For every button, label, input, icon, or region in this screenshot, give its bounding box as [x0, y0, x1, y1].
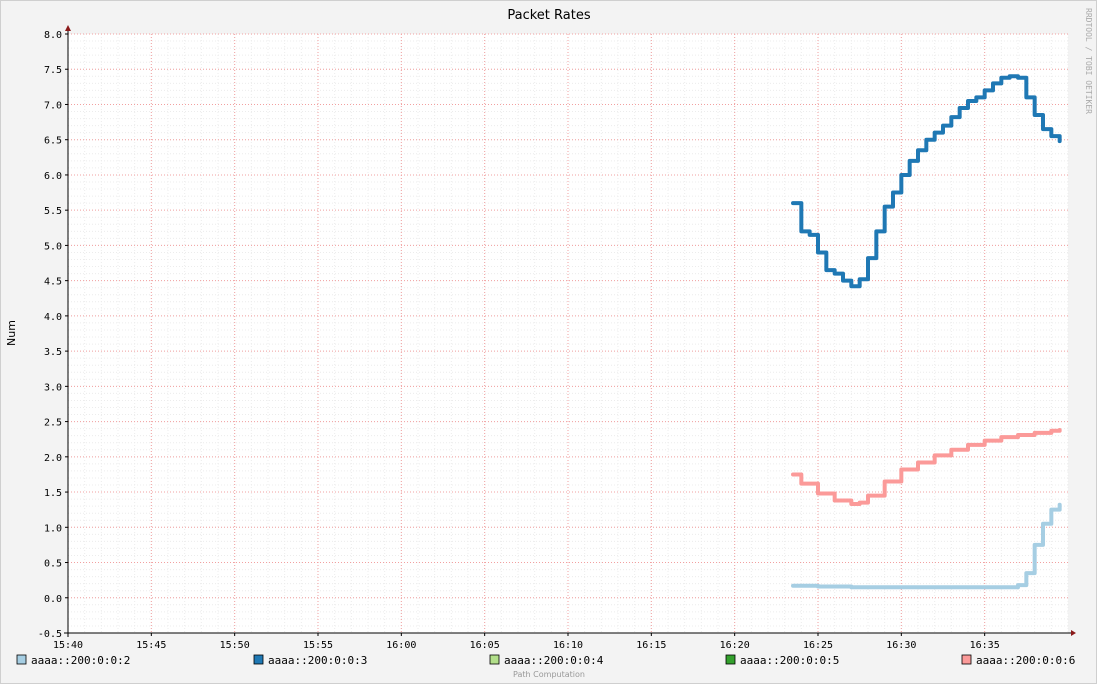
y-tick-label: 2.5 — [44, 418, 62, 429]
footer-caption: Path Computation — [513, 670, 585, 679]
legend-swatch-2 — [253, 654, 264, 665]
y-tick-label: 4.0 — [44, 312, 62, 323]
legend-swatch-5 — [961, 654, 972, 665]
y-tick-label: 4.5 — [44, 277, 62, 288]
y-axis-arrow — [65, 25, 71, 31]
legend-label-4: aaaa::200:0:0:5 — [740, 654, 839, 667]
y-tick-label: 7.5 — [44, 65, 62, 76]
x-tick-label: 16:00 — [386, 640, 416, 651]
y-tick-label: 1.0 — [44, 523, 62, 534]
y-tick-label: 7.0 — [44, 100, 62, 111]
x-tick-label: 15:50 — [220, 640, 250, 651]
x-tick-label: 16:30 — [886, 640, 916, 651]
legend: aaaa::200:0:0:2 aaaa::200:0:0:3 aaaa::200:… — [16, 654, 1075, 667]
chart-title: Packet Rates — [507, 8, 590, 23]
legend-label-1: aaaa::200:0:0:2 — [31, 654, 130, 667]
packet-rates-chart: 15:40 15:45 15:50 15:55 16:00 16:05 16:10 16:15… — [5, 8, 1093, 679]
y-tick-label: -0.5 — [38, 629, 62, 640]
legend-swatch-4 — [725, 654, 736, 665]
x-tick-label: 16:35 — [970, 640, 1000, 651]
y-tick-label: 3.0 — [44, 382, 62, 393]
legend-label-3: aaaa::200:0:0:4 — [504, 654, 604, 667]
y-tick-label: 6.5 — [44, 136, 62, 147]
plot-background — [68, 34, 1068, 633]
x-tick-label: 15:40 — [53, 640, 83, 651]
y-tick-label: 3.5 — [44, 347, 62, 358]
y-tick-label: 5.5 — [44, 206, 62, 217]
x-tick-label: 15:45 — [136, 640, 166, 651]
legend-label-2: aaaa::200:0:0:3 — [268, 654, 367, 667]
legend-label-5: aaaa::200:0:0:6 — [976, 654, 1075, 667]
y-tick-label: 1.5 — [44, 488, 62, 499]
y-tick-label: 8.0 — [44, 30, 62, 41]
x-tick-label: 16:20 — [720, 640, 750, 651]
y-axis-label: Num — [5, 320, 18, 346]
y-tick-label: 0.0 — [44, 594, 62, 605]
legend-swatch-1 — [16, 654, 27, 665]
y-tick-label: 0.5 — [44, 559, 62, 570]
legend-swatch-3 — [489, 654, 500, 665]
x-axis-arrow — [1071, 630, 1076, 636]
y-tick-label: 5.0 — [44, 241, 62, 252]
x-tick-label: 16:15 — [636, 640, 666, 651]
x-tick-label: 16:10 — [553, 640, 583, 651]
x-tick-label: 15:55 — [303, 640, 333, 651]
y-tick-label: 6.0 — [44, 171, 62, 182]
x-tick-label: 16:25 — [803, 640, 833, 651]
chart-frame: 15:40 15:45 15:50 15:55 16:00 16:05 16:10 16:15… — [0, 0, 1097, 684]
y-tick-label: 2.0 — [44, 453, 62, 464]
x-tick-label: 16:05 — [470, 640, 500, 651]
watermark: RRDTOOL / TOBI OETIKER — [1084, 8, 1093, 114]
